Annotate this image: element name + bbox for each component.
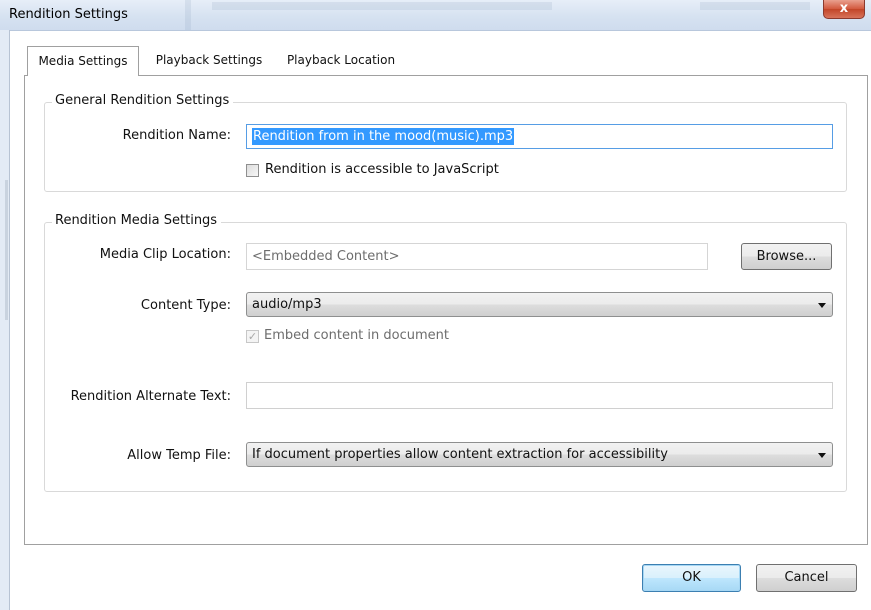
allow-temp-file-dropdown[interactable]: If document properties allow content ext… [246,442,833,467]
close-icon: x [839,1,849,16]
rendition-name-input[interactable]: Rendition from in the mood(music).mp3 [246,124,833,149]
rendition-name-label: Rendition Name: [122,128,231,143]
allow-temp-file-value: If document properties allow content ext… [252,447,668,462]
background-window-ghost [212,2,552,10]
title-bar: Rendition Settings x [0,0,871,31]
rendition-name-value: Rendition from in the mood(music).mp3 [252,128,515,145]
background-window-ghost [185,0,191,30]
background-window-ghost [700,2,810,10]
close-button[interactable]: x [823,0,865,19]
js-accessible-checkbox[interactable] [246,164,259,177]
js-accessible-label: Rendition is accessible to JavaScript [265,162,499,177]
alternate-text-label: Rendition Alternate Text: [70,389,231,404]
embed-content-checkbox[interactable]: ✓ [246,330,259,343]
cancel-button[interactable]: Cancel [756,564,857,592]
browse-button[interactable]: Browse... [741,243,832,270]
tab-playback-location[interactable]: Playback Location [278,47,404,73]
window-edge-shadow [5,180,8,320]
chevron-down-icon [818,303,826,308]
content-type-label: Content Type: [140,298,231,313]
rendition-media-settings-legend: Rendition Media Settings [52,213,222,228]
media-clip-location-field: <Embedded Content> [246,243,708,270]
chevron-down-icon [818,453,826,458]
content-type-dropdown[interactable]: audio/mp3 [246,292,833,317]
general-rendition-settings-legend: General Rendition Settings [52,93,234,108]
tab-media-settings[interactable]: Media Settings [27,46,139,76]
alternate-text-input[interactable] [246,382,833,409]
window-title: Rendition Settings [9,7,128,22]
content-type-value: audio/mp3 [252,297,322,312]
tab-playback-settings[interactable]: Playback Settings [146,47,272,73]
window-left-edge [0,30,10,610]
embed-content-label: Embed content in document [264,328,449,343]
allow-temp-file-label: Allow Temp File: [127,448,231,463]
ok-button[interactable]: OK [642,564,741,592]
media-clip-location-label: Media Clip Location: [99,247,231,262]
